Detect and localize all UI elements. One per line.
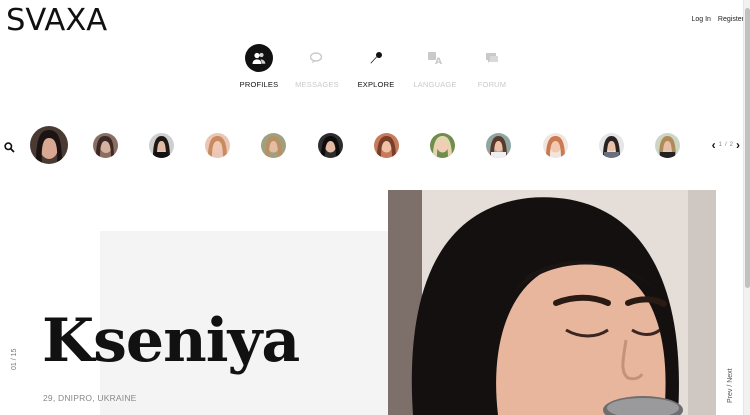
nav-messages[interactable]: MESSAGES <box>287 44 347 89</box>
forum-icon <box>478 44 506 72</box>
prev-next-link[interactable]: Prev / Next <box>727 368 734 403</box>
avatar-5[interactable] <box>261 133 286 158</box>
profiles-icon <box>245 44 273 72</box>
profile-strip: ‹ 1/2 › <box>0 126 750 166</box>
avatar-10[interactable] <box>543 133 568 158</box>
profile-counter: 01 / 15 <box>11 348 18 370</box>
avatar-9[interactable] <box>486 133 511 158</box>
nav-language-label: LANGUAGE <box>413 80 457 89</box>
pager-total: 2 <box>729 142 733 148</box>
profile-photo[interactable] <box>388 190 716 415</box>
chevron-right-icon[interactable]: › <box>736 139 740 151</box>
nav-explore-label: EXPLORE <box>357 80 395 89</box>
avatar-8[interactable] <box>430 133 455 158</box>
nav-language[interactable]: A LANGUAGE <box>405 44 465 89</box>
microphone-icon <box>362 44 390 72</box>
nav-explore[interactable]: EXPLORE <box>346 44 406 89</box>
brand-logo[interactable]: SVAXA <box>6 3 107 38</box>
avatar-selected[interactable] <box>30 126 68 164</box>
nav-messages-label: MESSAGES <box>295 80 339 89</box>
nav-forum[interactable]: FORUM <box>462 44 522 89</box>
strip-pager: ‹ 1/2 › <box>712 139 740 151</box>
pager-current: 1 <box>718 142 722 148</box>
nav-profiles[interactable]: PROFILES <box>229 44 289 89</box>
svg-text:A: A <box>435 57 442 65</box>
login-link[interactable]: Log In <box>691 16 710 23</box>
pager-separator: / <box>724 142 727 148</box>
profile-meta: 29, DNIPRO, UKRAINE <box>43 393 137 403</box>
avatar-7[interactable] <box>374 133 399 158</box>
auth-links: Log In Register <box>691 16 744 23</box>
chevron-left-icon[interactable]: ‹ <box>712 139 716 151</box>
avatar-11[interactable] <box>599 133 624 158</box>
vertical-scrollbar[interactable] <box>743 0 750 415</box>
register-link[interactable]: Register <box>718 16 744 23</box>
main-nav: PROFILES MESSAGES EXPLORE A LANGUAGE FOR… <box>0 44 750 92</box>
avatar-6[interactable] <box>318 133 343 158</box>
avatar-12[interactable] <box>655 133 680 158</box>
nav-forum-label: FORUM <box>477 80 507 89</box>
avatar-3[interactable] <box>149 133 174 158</box>
avatar-2[interactable] <box>93 133 118 158</box>
nav-profiles-label: PROFILES <box>239 80 279 89</box>
avatar-4[interactable] <box>205 133 230 158</box>
profile-name: Kseniya <box>42 306 300 376</box>
scrollbar-thumb[interactable] <box>745 8 750 288</box>
messages-icon <box>303 44 331 72</box>
language-icon: A <box>421 44 449 72</box>
search-icon[interactable] <box>4 140 15 158</box>
